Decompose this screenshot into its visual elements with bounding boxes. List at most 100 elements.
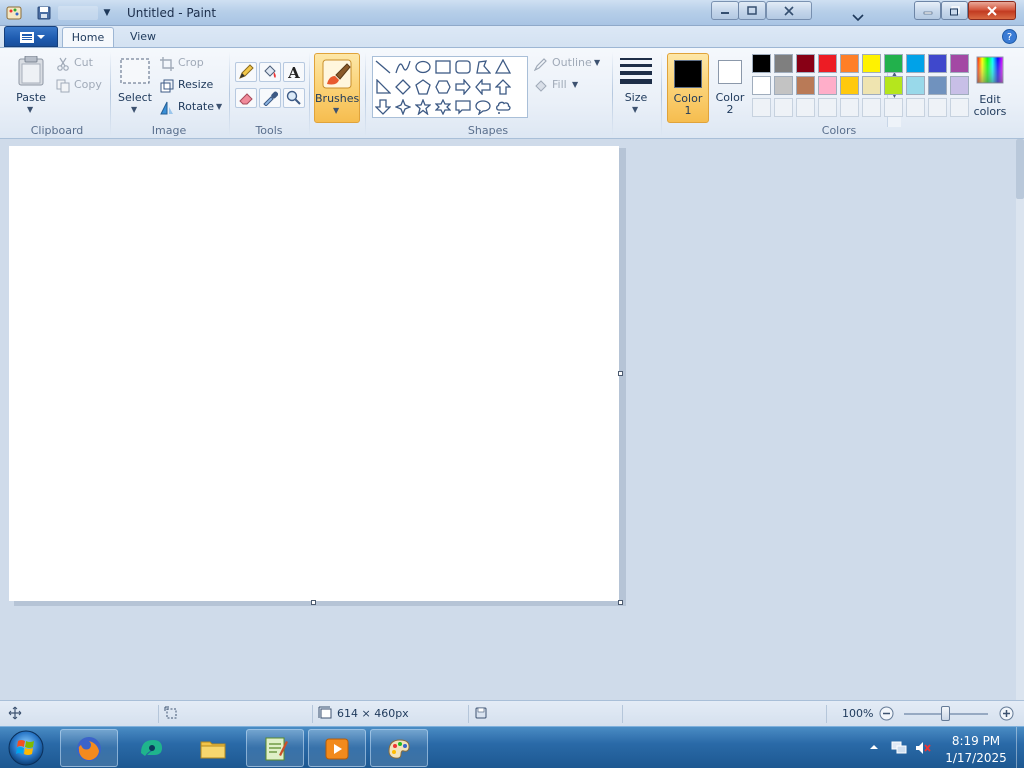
quick-access-dropdown[interactable]: ▼ <box>100 6 114 20</box>
vertical-scrollbar-thumb[interactable] <box>1016 139 1024 199</box>
cut-button[interactable]: Cut <box>56 56 96 72</box>
palette-custom-swatch[interactable] <box>928 98 947 117</box>
paint-app-icon[interactable] <box>6 5 22 21</box>
tab-home[interactable]: Home <box>62 27 114 49</box>
help-icon[interactable]: ? <box>1002 29 1017 44</box>
palette-custom-swatch[interactable] <box>906 98 925 117</box>
down-arrow-shape-button[interactable] <box>373 97 393 117</box>
volume-muted-icon[interactable] <box>914 740 932 756</box>
canvas-resize-handle-right[interactable] <box>618 371 623 376</box>
rect-callout-shape-button[interactable] <box>453 97 473 117</box>
paste-button[interactable]: Paste ▼ <box>10 52 52 118</box>
left-arrow-shape-button[interactable] <box>473 77 493 97</box>
close-button[interactable] <box>968 1 1016 20</box>
start-button[interactable] <box>6 729 46 767</box>
fill-tool-button[interactable] <box>259 62 281 82</box>
palette-color-swatch[interactable] <box>840 76 859 95</box>
select-button[interactable]: Select ▼ <box>116 52 154 118</box>
color1-button[interactable]: Color 1 <box>667 53 709 123</box>
chevron-down-icon[interactable] <box>851 13 865 23</box>
drawing-canvas[interactable] <box>9 146 619 601</box>
palette-color-swatch[interactable] <box>774 76 793 95</box>
polygon-shape-button[interactable] <box>473 57 493 77</box>
palette-custom-swatch[interactable] <box>884 98 903 117</box>
palette-custom-swatch[interactable] <box>840 98 859 117</box>
palette-color-swatch[interactable] <box>774 54 793 73</box>
quick-access-save-icon[interactable] <box>36 5 52 21</box>
palette-color-swatch[interactable] <box>928 54 947 73</box>
text-tool-button[interactable]: A <box>283 62 305 82</box>
fill-button[interactable]: Fill ▼ <box>534 78 584 94</box>
magnifier-tool-button[interactable] <box>283 88 305 108</box>
taskbar-paint[interactable] <box>370 729 428 767</box>
network-icon[interactable] <box>890 740 908 756</box>
taskbar-notepad-plus[interactable] <box>246 729 304 767</box>
vertical-scrollbar[interactable] <box>1016 139 1024 700</box>
cloud-callout-shape-button[interactable] <box>493 97 513 117</box>
zoom-out-button[interactable] <box>879 706 894 721</box>
palette-color-swatch[interactable] <box>884 76 903 95</box>
oval-callout-shape-button[interactable] <box>473 97 493 117</box>
triangle-shape-button[interactable] <box>493 57 513 77</box>
canvas-resize-handle-bottom[interactable] <box>311 600 316 605</box>
four-point-star-shape-button[interactable] <box>393 97 413 117</box>
diamond-shape-button[interactable] <box>393 77 413 97</box>
palette-custom-swatch[interactable] <box>950 98 969 117</box>
taskbar-file-explorer[interactable] <box>184 729 242 767</box>
palette-color-swatch[interactable] <box>796 54 815 73</box>
taskbar-browser[interactable] <box>122 729 180 767</box>
clock-date[interactable]: 1/17/2025 <box>936 751 1016 765</box>
resize-button[interactable]: Resize <box>160 78 216 94</box>
line-shape-button[interactable] <box>373 57 393 77</box>
palette-color-swatch[interactable] <box>862 54 881 73</box>
rounded-rectangle-shape-button[interactable] <box>453 57 473 77</box>
palette-color-swatch[interactable] <box>862 76 881 95</box>
maximize-button[interactable] <box>941 1 968 20</box>
palette-color-swatch[interactable] <box>752 54 771 73</box>
edit-colors-button[interactable]: Edit colors <box>970 54 1010 122</box>
palette-color-swatch[interactable] <box>818 76 837 95</box>
rectangle-shape-button[interactable] <box>433 57 453 77</box>
palette-custom-swatch[interactable] <box>862 98 881 117</box>
curve-shape-button[interactable] <box>393 57 413 77</box>
canvas-resize-handle-corner[interactable] <box>618 600 623 605</box>
eraser-tool-button[interactable] <box>235 88 257 108</box>
taskbar-media-player[interactable] <box>308 729 366 767</box>
palette-color-swatch[interactable] <box>906 76 925 95</box>
palette-color-swatch[interactable] <box>950 76 969 95</box>
background-window-minimize-button[interactable] <box>711 1 739 20</box>
hexagon-shape-button[interactable] <box>433 77 453 97</box>
oval-shape-button[interactable] <box>413 57 433 77</box>
zoom-in-button[interactable] <box>999 706 1014 721</box>
background-window-close-button[interactable] <box>766 1 812 20</box>
palette-color-swatch[interactable] <box>884 54 903 73</box>
up-arrow-shape-button[interactable] <box>493 77 513 97</box>
palette-custom-swatch[interactable] <box>796 98 815 117</box>
six-point-star-shape-button[interactable] <box>433 97 453 117</box>
palette-color-swatch[interactable] <box>840 54 859 73</box>
color-picker-tool-button[interactable] <box>259 88 281 108</box>
taskbar-firefox[interactable] <box>60 729 118 767</box>
show-hidden-icons-button[interactable] <box>868 741 880 753</box>
palette-color-swatch[interactable] <box>796 76 815 95</box>
rotate-button[interactable]: Rotate ▼ <box>160 100 224 116</box>
five-point-star-shape-button[interactable] <box>413 97 433 117</box>
right-arrow-shape-button[interactable] <box>453 77 473 97</box>
copy-button[interactable]: Copy <box>56 78 102 94</box>
crop-button[interactable]: Crop <box>160 56 210 72</box>
paint-menu-button[interactable] <box>4 26 58 47</box>
minimize-button[interactable] <box>914 1 941 20</box>
pentagon-shape-button[interactable] <box>413 77 433 97</box>
palette-color-swatch[interactable] <box>752 76 771 95</box>
clock-time[interactable]: 8:19 PM <box>936 734 1016 748</box>
palette-color-swatch[interactable] <box>928 76 947 95</box>
tab-view[interactable]: View <box>120 27 166 49</box>
palette-custom-swatch[interactable] <box>774 98 793 117</box>
show-desktop-button[interactable] <box>1016 727 1024 768</box>
palette-color-swatch[interactable] <box>906 54 925 73</box>
size-button[interactable]: Size ▼ <box>616 52 656 118</box>
zoom-slider-thumb[interactable] <box>941 706 950 721</box>
outline-button[interactable]: Outline ▼ <box>534 56 604 72</box>
palette-custom-swatch[interactable] <box>818 98 837 117</box>
color2-button[interactable]: Color 2 <box>711 53 749 123</box>
